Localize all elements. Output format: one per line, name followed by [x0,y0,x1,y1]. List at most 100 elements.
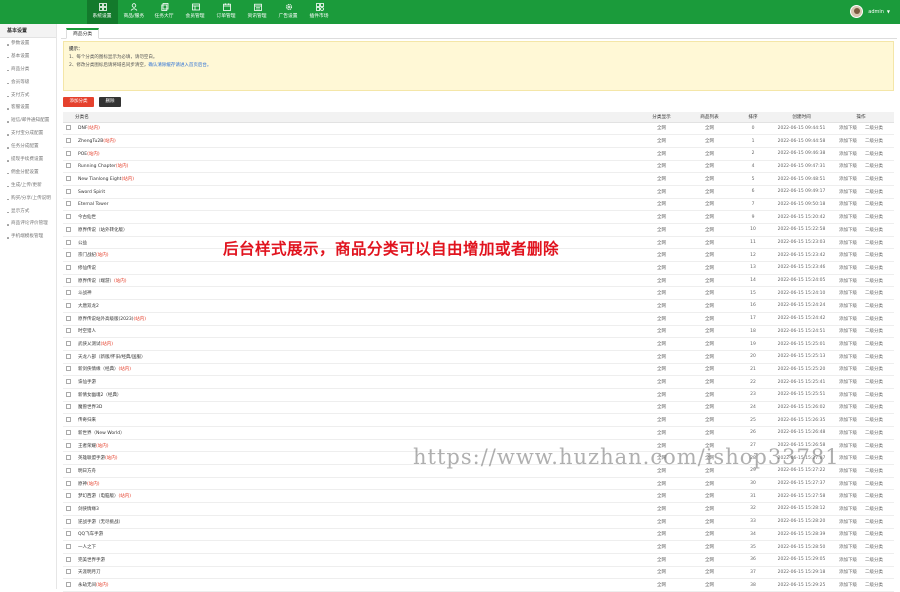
category-name[interactable]: Sword Spirit [78,190,105,195]
add-sub-link[interactable]: 添加下级 [839,469,857,474]
row-checkbox[interactable] [66,163,71,169]
add-sub-link[interactable]: 添加下级 [839,380,857,385]
category-name[interactable]: 一人之下 [78,545,96,550]
add-sub-link[interactable]: 添加下级 [839,431,857,436]
category-name[interactable]: 原界传说（端游） [78,279,114,284]
add-sub-link[interactable]: 添加下级 [839,367,857,372]
sub-category-link[interactable]: 二级分类 [865,367,883,372]
row-checkbox[interactable] [66,290,71,296]
sub-category-link[interactable]: 二级分类 [865,279,883,284]
category-name[interactable]: 完美世界手游 [78,558,105,563]
category-name[interactable]: 新剑侠情缘（经典） [78,367,119,372]
sidebar-item-7[interactable]: 支付宝分成配置 [0,128,56,141]
sidebar-item-9[interactable]: 提现手续费设置 [0,154,56,167]
sub-category-link[interactable]: 二级分类 [865,431,883,436]
sub-category-link[interactable]: 二级分类 [865,570,883,575]
add-sub-link[interactable]: 添加下级 [839,253,857,258]
add-category-button[interactable]: 添加分类 [63,97,94,107]
nav-item-2[interactable]: 任务大厅 [149,0,180,24]
sub-category-link[interactable]: 二级分类 [865,139,883,144]
nav-item-0[interactable]: 系统设置 [87,0,118,24]
sub-category-link[interactable]: 二级分类 [865,418,883,423]
row-checkbox[interactable] [66,150,71,156]
category-name[interactable]: 今古仙世 [78,215,96,220]
add-sub-link[interactable]: 添加下级 [839,164,857,169]
add-sub-link[interactable]: 添加下级 [839,456,857,461]
sidebar-item-0[interactable]: 参数设置 [0,38,56,51]
notice-link[interactable]: 确认清除缓存请进入首页后台。 [148,63,211,68]
row-checkbox[interactable] [66,252,71,258]
category-name[interactable]: 魔兽世界3D [78,405,102,410]
sidebar-item-12[interactable]: 购买/分享/上传说明 [0,193,56,206]
sub-category-link[interactable]: 二级分类 [865,342,883,347]
category-name[interactable]: 新倩女幽魂2（经典） [78,393,121,398]
add-sub-link[interactable]: 添加下级 [839,215,857,220]
row-checkbox[interactable] [66,467,71,473]
tab-category[interactable]: 商品分类 [66,28,100,39]
add-sub-link[interactable]: 添加下级 [839,482,857,487]
row-checkbox[interactable] [66,569,71,575]
row-checkbox[interactable] [66,455,71,461]
add-sub-link[interactable]: 添加下级 [839,418,857,423]
sidebar-item-5[interactable]: 客服设置 [0,102,56,115]
sub-category-link[interactable]: 二级分类 [865,380,883,385]
sub-category-link[interactable]: 二级分类 [865,545,883,550]
sidebar-item-3[interactable]: 会员等级 [0,77,56,90]
add-sub-link[interactable]: 添加下级 [839,342,857,347]
sub-category-link[interactable]: 二级分类 [865,241,883,246]
category-name[interactable]: Running Chapter [78,164,116,169]
category-name[interactable]: 诛仙手游 [78,380,96,385]
row-checkbox[interactable] [66,201,71,207]
add-sub-link[interactable]: 添加下级 [839,177,857,182]
category-name[interactable]: 新世界（New World） [78,431,125,436]
row-checkbox[interactable] [66,505,71,511]
row-checkbox[interactable] [66,176,71,182]
sub-category-link[interactable]: 二级分类 [865,405,883,410]
sub-category-link[interactable]: 二级分类 [865,482,883,487]
row-checkbox[interactable] [66,125,71,131]
add-sub-link[interactable]: 添加下级 [839,190,857,195]
row-checkbox[interactable] [66,341,71,347]
category-name[interactable]: 修仙传说 [78,266,96,271]
add-sub-link[interactable]: 添加下级 [839,279,857,284]
add-sub-link[interactable]: 添加下级 [839,139,857,144]
category-name[interactable]: 武侠乂测试 [78,342,101,347]
row-checkbox[interactable] [66,138,71,144]
row-checkbox[interactable] [66,328,71,334]
category-name[interactable]: QQ飞车手游 [78,532,103,537]
category-name[interactable]: 剑侠情缘3 [78,507,99,512]
sub-category-link[interactable]: 二级分类 [865,583,883,588]
category-name[interactable]: 天涯明月刀 [78,570,101,575]
row-checkbox[interactable] [66,442,71,448]
category-name[interactable]: Eternal Tower [78,202,108,207]
category-name[interactable]: 梦幻西游（电脑版） [78,494,119,499]
row-checkbox[interactable] [66,239,71,245]
add-sub-link[interactable]: 添加下级 [839,545,857,550]
username[interactable]: admin [868,9,884,15]
row-checkbox[interactable] [66,366,71,372]
row-checkbox[interactable] [66,264,71,270]
sidebar-item-10[interactable]: 佣金分配设置 [0,167,56,180]
category-name[interactable]: 大唐双龙2 [78,304,99,309]
sidebar-item-2[interactable]: 商品分类 [0,64,56,77]
row-checkbox[interactable] [66,379,71,385]
sub-category-link[interactable]: 二级分类 [865,393,883,398]
row-checkbox[interactable] [66,556,71,562]
sub-category-link[interactable]: 二级分类 [865,164,883,169]
row-checkbox[interactable] [66,417,71,423]
add-sub-link[interactable]: 添加下级 [839,570,857,575]
category-name[interactable]: 原界传说站外高级版(2023) [78,317,133,322]
category-name[interactable]: 宗门战纪 [78,253,96,258]
category-name[interactable]: 原神 [78,482,87,487]
sub-category-link[interactable]: 二级分类 [865,355,883,360]
row-checkbox[interactable] [66,302,71,308]
nav-item-5[interactable]: 资讯管理 [242,0,273,24]
row-checkbox[interactable] [66,353,71,359]
category-name[interactable]: New Tianlong Eight [78,177,121,182]
add-sub-link[interactable]: 添加下级 [839,583,857,588]
sub-category-link[interactable]: 二级分类 [865,152,883,157]
add-sub-link[interactable]: 添加下级 [839,126,857,131]
sub-category-link[interactable]: 二级分类 [865,291,883,296]
sub-category-link[interactable]: 二级分类 [865,329,883,334]
add-sub-link[interactable]: 添加下级 [839,355,857,360]
